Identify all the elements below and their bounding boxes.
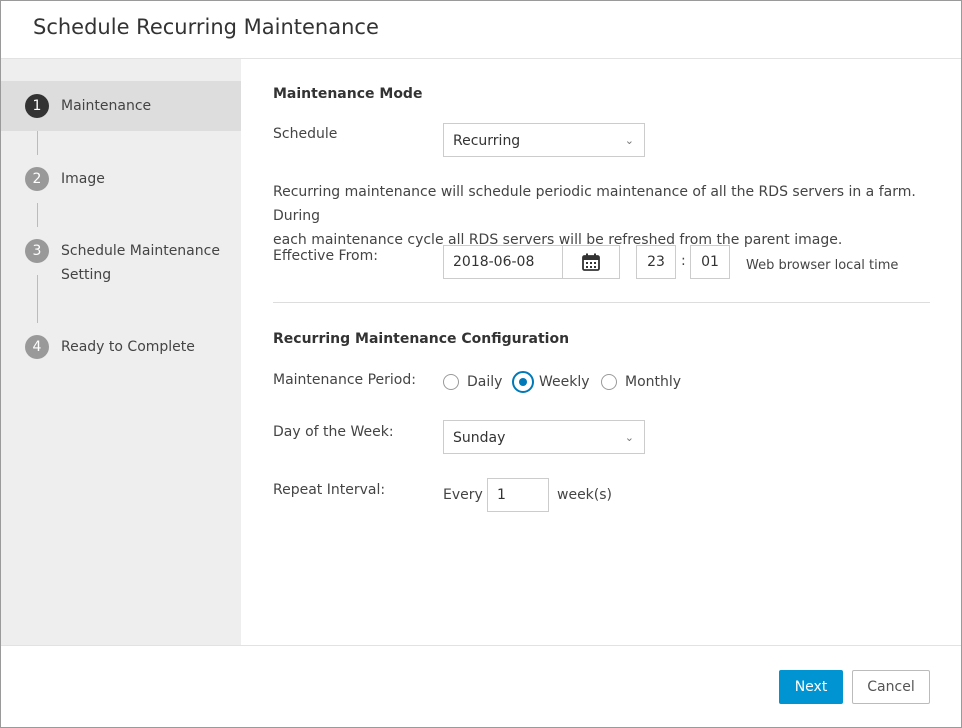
step-connector (37, 275, 38, 323)
wizard-content: Maintenance Mode Schedule Recurring ⌄ Re… (242, 59, 961, 645)
time-separator: : (681, 253, 686, 269)
chevron-down-icon: ⌄ (624, 431, 634, 444)
calendar-button[interactable] (562, 245, 620, 279)
step-number: 2 (25, 167, 49, 191)
minute-input[interactable]: 01 (690, 245, 730, 279)
maintenance-period-label: Maintenance Period: (273, 372, 416, 388)
section-divider (273, 302, 930, 303)
effective-date-input[interactable]: 2018-06-08 (443, 245, 563, 279)
repeat-unit-text: week(s) (557, 487, 613, 503)
radio-weekly-label[interactable]: Weekly (539, 374, 590, 390)
dialog-header: Schedule Recurring Maintenance (1, 1, 961, 59)
radio-daily-label[interactable]: Daily (467, 374, 502, 390)
step-label-line1: Schedule Maintenance (61, 243, 220, 259)
radio-monthly-label[interactable]: Monthly (625, 374, 681, 390)
dialog-footer: Next Cancel (1, 645, 961, 727)
recurring-config-heading: Recurring Maintenance Configuration (273, 331, 570, 347)
day-of-week-value: Sunday (453, 430, 506, 446)
step-number: 1 (25, 94, 49, 118)
day-of-week-label: Day of the Week: (273, 424, 394, 440)
step-connector (37, 203, 38, 227)
step-number: 3 (25, 239, 49, 263)
schedule-select[interactable]: Recurring ⌄ (443, 123, 645, 157)
step-label: Image (61, 171, 105, 187)
radio-weekly[interactable] (512, 371, 534, 393)
step-label: Ready to Complete (61, 339, 195, 355)
dialog-title: Schedule Recurring Maintenance (33, 15, 379, 39)
wizard-step-ready[interactable]: 4 Ready to Complete (1, 323, 241, 371)
effective-from-label: Effective From: (273, 248, 378, 264)
schedule-select-value: Recurring (453, 133, 521, 149)
wizard-step-image[interactable]: 2 Image (1, 155, 241, 203)
next-button[interactable]: Next (779, 670, 843, 704)
step-connector (37, 131, 38, 155)
maintenance-mode-heading: Maintenance Mode (273, 86, 423, 102)
chevron-down-icon: ⌄ (624, 134, 634, 147)
description-line-1: Recurring maintenance will schedule peri… (273, 184, 916, 224)
calendar-icon (582, 253, 600, 271)
timezone-note: Web browser local time (746, 258, 899, 273)
repeat-every-text: Every (443, 487, 483, 503)
cancel-button[interactable]: Cancel (852, 670, 930, 704)
schedule-label: Schedule (273, 126, 338, 142)
schedule-maintenance-dialog: Schedule Recurring Maintenance 1 Mainten… (0, 0, 962, 728)
radio-monthly[interactable] (601, 374, 617, 390)
step-number: 4 (25, 335, 49, 359)
hour-input[interactable]: 23 (636, 245, 676, 279)
wizard-step-maintenance[interactable]: 1 Maintenance (1, 81, 241, 131)
radio-daily[interactable] (443, 374, 459, 390)
step-label-line2: Setting (61, 267, 112, 283)
step-label: Maintenance (61, 98, 152, 114)
wizard-sidebar: 1 Maintenance 2 Image 3 Schedule Mainten… (1, 59, 241, 645)
repeat-interval-input[interactable]: 1 (487, 478, 549, 512)
day-of-week-select[interactable]: Sunday ⌄ (443, 420, 645, 454)
repeat-interval-label: Repeat Interval: (273, 482, 386, 498)
recurring-description: Recurring maintenance will schedule peri… (273, 180, 953, 252)
